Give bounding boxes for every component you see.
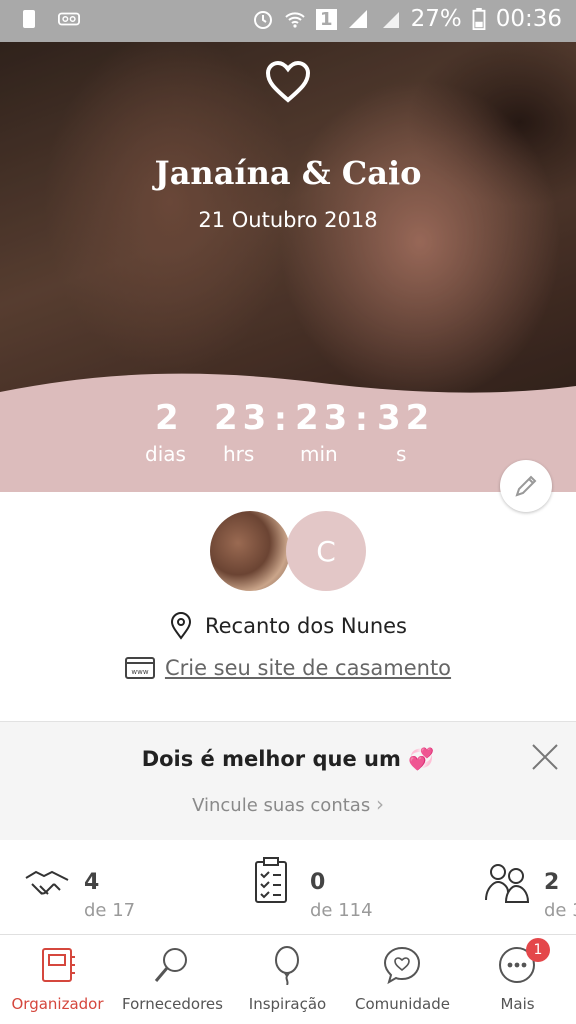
link-accounts-banner: Dois é melhor que um 💞 Vincule suas cont… bbox=[0, 721, 576, 841]
wifi-icon bbox=[285, 12, 305, 28]
stat-guests-value: 2 bbox=[544, 870, 560, 895]
create-site-link[interactable]: www Crie seu site de casamento bbox=[0, 656, 576, 680]
voicemail-icon bbox=[58, 12, 80, 26]
organizer-icon bbox=[42, 948, 75, 982]
stat-tasks-total: de 114 bbox=[310, 900, 373, 921]
avatar-couple-photo[interactable] bbox=[210, 511, 290, 591]
close-icon[interactable] bbox=[530, 742, 560, 772]
notification-badge: 1 bbox=[526, 938, 550, 962]
magnifier-icon bbox=[154, 948, 187, 982]
stats-bar: 4 de 17 0 de 114 2 de 3 bbox=[0, 840, 576, 935]
countdown-hours-label: hrs bbox=[223, 442, 255, 466]
countdown-hours: 23 bbox=[214, 398, 272, 438]
couple-name: Janaína & Caio bbox=[154, 154, 422, 192]
guests-icon bbox=[485, 864, 530, 903]
nav-organizador[interactable]: Organizador bbox=[0, 935, 115, 1024]
countdown: 2 23 : 23 : 32 dias hrs min s bbox=[0, 398, 576, 478]
nav-organizador-label: Organizador bbox=[11, 995, 104, 1013]
stat-tasks[interactable]: 0 de 114 bbox=[252, 857, 373, 921]
countdown-days: 2 bbox=[155, 398, 184, 438]
clock: 00:36 bbox=[495, 6, 562, 32]
battery-percent: 27% bbox=[410, 6, 462, 32]
hero-header: Janaína & Caio 21 Outubro 2018 2 23 : 23… bbox=[0, 42, 576, 492]
pencil-icon bbox=[515, 475, 537, 497]
checklist-icon bbox=[255, 857, 287, 903]
stat-vendors[interactable]: 4 de 17 bbox=[24, 864, 135, 921]
countdown-minutes-label: min bbox=[300, 442, 338, 466]
nav-fornecedores[interactable]: Fornecedores bbox=[115, 935, 230, 1024]
nav-mais-label: Mais bbox=[500, 995, 535, 1013]
nav-inspiracao-label: Inspiração bbox=[248, 995, 327, 1013]
handshake-icon bbox=[25, 870, 69, 895]
chevron-right-icon: › bbox=[375, 792, 384, 816]
sim-alert-icon bbox=[23, 10, 35, 28]
website-icon: www bbox=[124, 657, 155, 679]
nav-inspiracao[interactable]: Inspiração bbox=[230, 935, 345, 1024]
banner-title: Dois é melhor que um 💞 bbox=[141, 747, 435, 771]
signal-icon bbox=[348, 10, 367, 28]
nav-fornecedores-label: Fornecedores bbox=[122, 995, 223, 1013]
nav-comunidade-label: Comunidade bbox=[355, 995, 450, 1013]
avatar-partner[interactable]: C bbox=[286, 511, 366, 591]
nav-comunidade[interactable]: Comunidade bbox=[345, 935, 460, 1024]
edit-button[interactable] bbox=[500, 460, 552, 512]
venue-name: Recanto dos Nunes bbox=[204, 614, 408, 638]
svg-text:www: www bbox=[131, 668, 148, 676]
location-pin-icon bbox=[170, 612, 191, 640]
sim-slot-label: 1 bbox=[316, 8, 337, 30]
countdown-separator: : bbox=[355, 400, 368, 438]
balloon-icon bbox=[275, 946, 299, 985]
stat-guests[interactable]: 2 de 3 bbox=[484, 864, 576, 921]
venue-row[interactable]: Recanto dos Nunes bbox=[0, 612, 576, 640]
nav-mais[interactable]: Mais bbox=[460, 935, 575, 1024]
chat-heart-icon bbox=[383, 946, 421, 985]
countdown-days-label: dias bbox=[145, 442, 186, 466]
stat-tasks-value: 0 bbox=[310, 870, 326, 895]
alarm-icon bbox=[254, 11, 273, 29]
link-accounts-button[interactable]: Vincule suas contas › bbox=[0, 792, 576, 816]
link-accounts-label: Vincule suas contas bbox=[192, 795, 371, 816]
wedding-date: 21 Outubro 2018 bbox=[198, 208, 378, 232]
countdown-minutes: 23 bbox=[295, 398, 353, 438]
bottom-navigation: Organizador Fornecedores Inspiração Comu… bbox=[0, 935, 576, 1024]
countdown-seconds-label: s bbox=[396, 442, 407, 466]
stat-guests-total: de 3 bbox=[544, 900, 576, 921]
status-bar: 1 27% 00:36 bbox=[0, 0, 576, 42]
create-site-link-label: Crie seu site de casamento bbox=[164, 656, 452, 680]
partner-initial: C bbox=[316, 534, 336, 568]
heart-icon bbox=[265, 60, 311, 103]
battery-icon bbox=[472, 8, 486, 30]
countdown-separator: : bbox=[274, 400, 287, 438]
countdown-seconds: 32 bbox=[377, 398, 435, 438]
signal-secondary-icon bbox=[382, 12, 399, 28]
stat-vendors-value: 4 bbox=[84, 870, 100, 895]
stat-vendors-total: de 17 bbox=[84, 900, 136, 921]
